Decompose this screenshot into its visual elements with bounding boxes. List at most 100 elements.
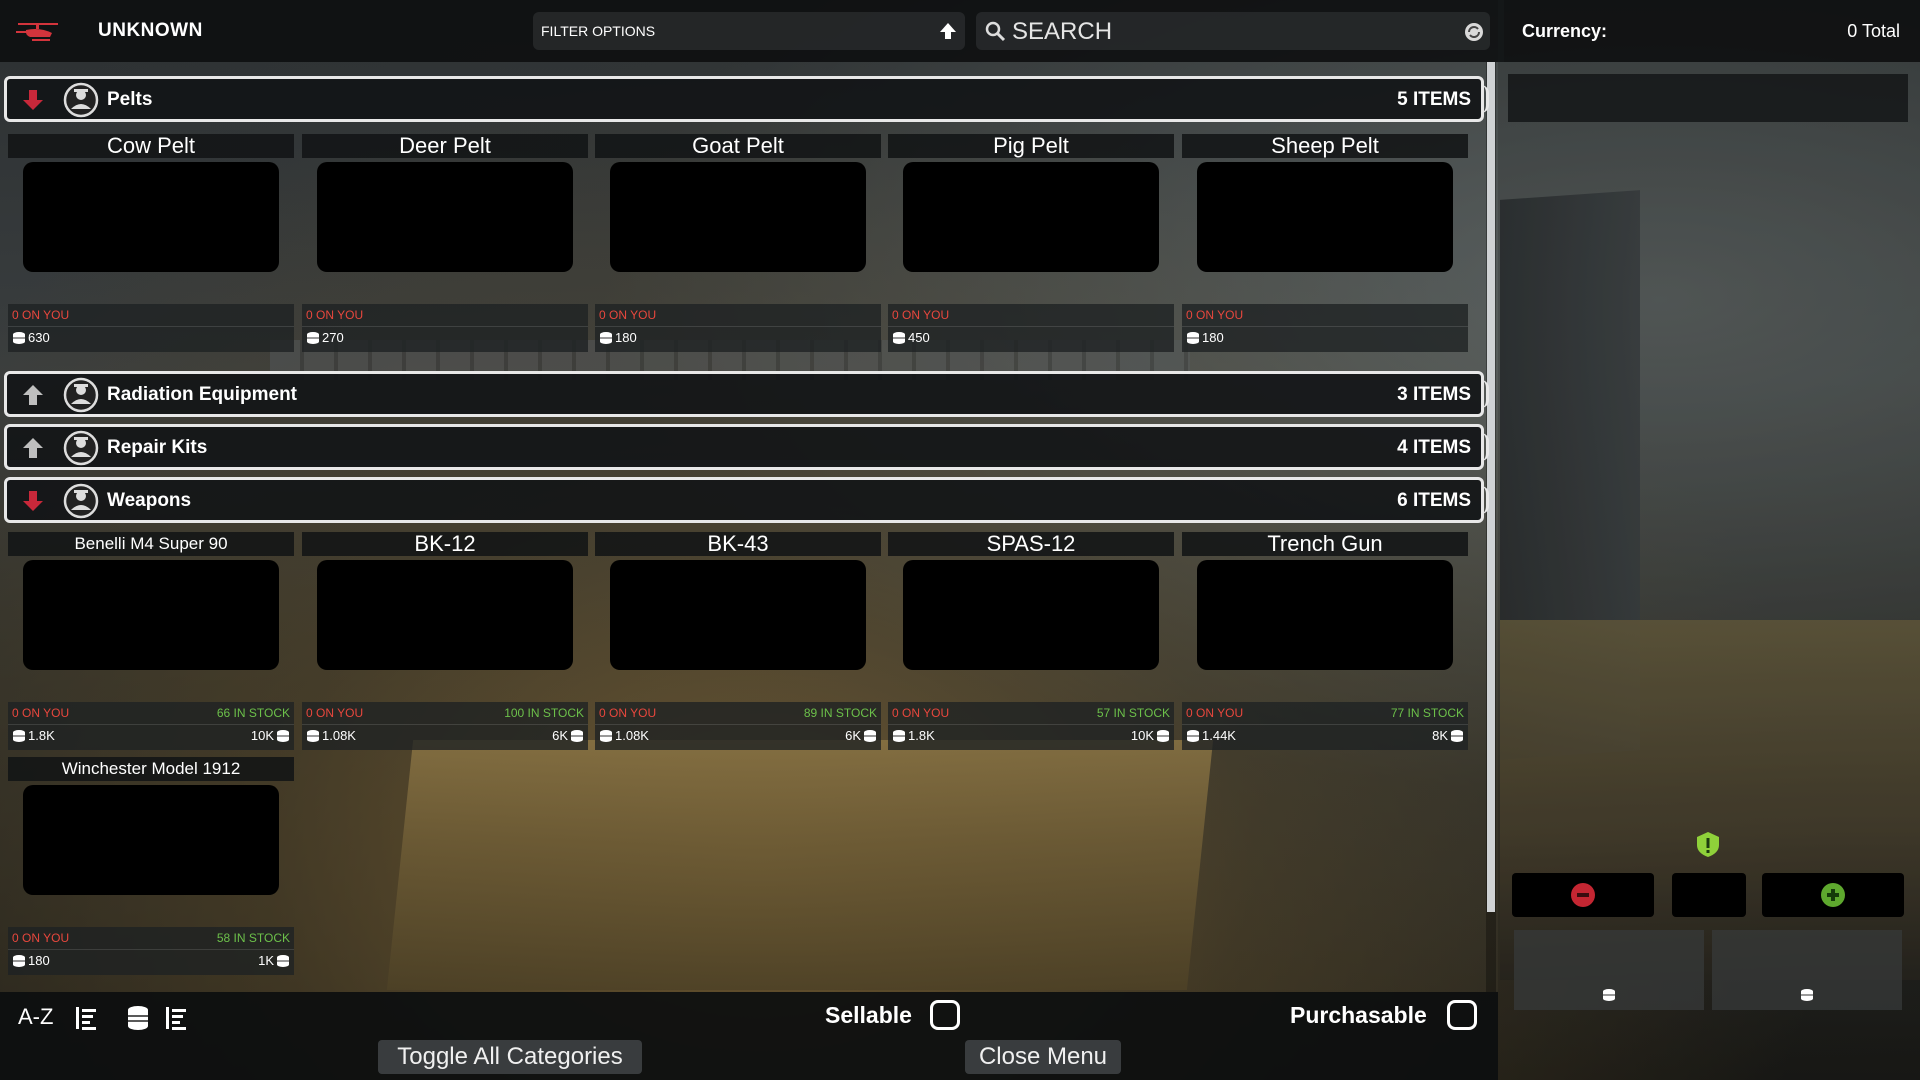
sell-price: 8K bbox=[1432, 728, 1464, 743]
buy-price-value: 180 bbox=[28, 953, 50, 968]
coin-stack-icon bbox=[1186, 331, 1200, 345]
magnifier-icon bbox=[985, 21, 1006, 42]
buy-price-value: 180 bbox=[1202, 330, 1224, 345]
item-card[interactable]: Benelli M4 Super 90 0 ON YOU 1.8K 66 IN STO… bbox=[8, 532, 294, 750]
decrease-quantity-button[interactable] bbox=[1512, 873, 1654, 917]
on-you-count: 0 ON YOU bbox=[12, 308, 70, 322]
coin-stack-icon bbox=[1156, 729, 1170, 743]
item-image bbox=[23, 785, 279, 895]
purchasable-checkbox[interactable] bbox=[1447, 1000, 1477, 1030]
item-image bbox=[1197, 162, 1453, 272]
refresh-icon[interactable] bbox=[1462, 20, 1486, 44]
filter-options-dropdown[interactable]: FILTER OPTIONS bbox=[533, 12, 965, 50]
info-divider bbox=[595, 326, 881, 327]
info-divider bbox=[595, 724, 881, 725]
sell-price-value: 6K bbox=[552, 728, 568, 743]
in-stock-count: 77 IN STOCK bbox=[1390, 706, 1464, 720]
on-you-count: 0 ON YOU bbox=[892, 308, 950, 322]
item-card[interactable]: Winchester Model 1912 0 ON YOU 180 58 IN ST… bbox=[8, 757, 294, 975]
item-card[interactable]: Cow Pelt 0 ON YOU 630 bbox=[8, 134, 294, 352]
info-divider bbox=[1182, 724, 1468, 725]
on-you-count: 0 ON YOU bbox=[892, 706, 950, 720]
in-stock-count: 100 IN STOCK bbox=[504, 706, 584, 720]
in-stock-count: 66 IN STOCK bbox=[216, 706, 290, 720]
increase-quantity-button[interactable] bbox=[1762, 873, 1904, 917]
item-card[interactable]: Goat Pelt 0 ON YOU 180 bbox=[595, 134, 881, 352]
quantity-display[interactable] bbox=[1672, 873, 1746, 917]
collapse-arrow-icon[interactable] bbox=[21, 489, 45, 513]
on-you-count: 0 ON YOU bbox=[1186, 706, 1244, 720]
item-name: BK-12 bbox=[302, 532, 588, 556]
arrow-up-icon bbox=[940, 23, 956, 39]
buy-price-value: 630 bbox=[28, 330, 50, 345]
item-card[interactable]: Sheep Pelt 0 ON YOU 180 bbox=[1182, 134, 1468, 352]
sort-order-icon[interactable] bbox=[72, 1004, 100, 1032]
sell-price-value: 1K bbox=[258, 953, 274, 968]
category-header-radiation-equipment[interactable]: Radiation Equipment 3 ITEMS bbox=[4, 371, 1489, 417]
sell-price: 1K bbox=[258, 953, 290, 968]
sort-by-price-icon[interactable] bbox=[124, 1004, 152, 1032]
item-name: Cow Pelt bbox=[8, 134, 294, 158]
expand-arrow-icon[interactable] bbox=[21, 436, 45, 460]
trader-badge-icon bbox=[62, 81, 100, 119]
coin-stack-icon bbox=[276, 954, 290, 968]
item-info: 0 ON YOU 450 bbox=[888, 304, 1174, 352]
currency-total: 0 Total bbox=[1847, 21, 1900, 41]
item-list-scrollbar[interactable] bbox=[1486, 62, 1496, 992]
info-divider bbox=[302, 724, 588, 725]
coin-stack-icon bbox=[276, 729, 290, 743]
category-header-weapons[interactable]: Weapons 6 ITEMS bbox=[4, 477, 1489, 523]
item-info: 0 ON YOU 1.08K 100 IN STOCK 6K bbox=[302, 702, 588, 750]
sell-price: 10K bbox=[251, 728, 290, 743]
category-header-repair-kits[interactable]: Repair Kits 4 ITEMS bbox=[4, 424, 1489, 470]
sort-az-button[interactable]: A-Z bbox=[18, 1004, 53, 1030]
item-info: 0 ON YOU 180 bbox=[595, 304, 881, 352]
item-card[interactable]: BK-12 0 ON YOU 1.08K 100 IN STOCK 6K bbox=[302, 532, 588, 750]
trader-badge-icon bbox=[62, 482, 100, 520]
search-input[interactable]: SEARCH bbox=[976, 12, 1490, 50]
buy-price: 180 bbox=[12, 953, 50, 968]
info-divider bbox=[302, 326, 588, 327]
category-name: Radiation Equipment bbox=[107, 384, 297, 405]
buy-price: 1.44K bbox=[1186, 728, 1236, 743]
item-card[interactable]: SPAS-12 0 ON YOU 1.8K 57 IN STOCK 10K bbox=[888, 532, 1174, 750]
category-name: Repair Kits bbox=[107, 437, 208, 458]
on-you-count: 0 ON YOU bbox=[599, 308, 657, 322]
in-stock-count: 57 IN STOCK bbox=[1096, 706, 1170, 720]
sort-price-order-icon[interactable] bbox=[162, 1004, 190, 1032]
buy-price: 270 bbox=[306, 330, 344, 345]
coin-stack-icon bbox=[12, 954, 26, 968]
buy-price: 180 bbox=[599, 330, 637, 345]
category-item-count: 5 ITEMS bbox=[1397, 89, 1471, 110]
helicopter-icon bbox=[16, 23, 58, 41]
coin-stack-icon bbox=[306, 729, 320, 743]
collapse-arrow-icon[interactable] bbox=[21, 88, 45, 112]
item-card[interactable]: Trench Gun 0 ON YOU 1.44K 77 IN STOCK 8K bbox=[1182, 532, 1468, 750]
filter-options-label: FILTER OPTIONS bbox=[541, 23, 656, 39]
coin-stack-icon bbox=[599, 331, 613, 345]
item-name: Winchester Model 1912 bbox=[8, 757, 294, 781]
sell-price-value: 6K bbox=[845, 728, 861, 743]
category-header-pelts[interactable]: Pelts 5 ITEMS bbox=[4, 76, 1489, 122]
close-menu-button[interactable]: Close Menu bbox=[965, 1040, 1121, 1074]
buy-price: 1.8K bbox=[12, 728, 55, 743]
expand-arrow-icon[interactable] bbox=[21, 383, 45, 407]
in-stock-count: 89 IN STOCK bbox=[803, 706, 877, 720]
buy-price-value: 270 bbox=[322, 330, 344, 345]
scrollbar-thumb[interactable] bbox=[1487, 62, 1495, 912]
item-card[interactable]: Deer Pelt 0 ON YOU 270 bbox=[302, 134, 588, 352]
trader-title: UNKNOWN bbox=[98, 20, 203, 41]
on-you-count: 0 ON YOU bbox=[1186, 308, 1244, 322]
sellable-checkbox[interactable] bbox=[930, 1000, 960, 1030]
sellable-label: Sellable bbox=[825, 1002, 912, 1028]
buy-price-value: 1.8K bbox=[28, 728, 55, 743]
item-image bbox=[1197, 560, 1453, 670]
item-card[interactable]: BK-43 0 ON YOU 1.08K 89 IN STOCK 6K bbox=[595, 532, 881, 750]
item-info: 0 ON YOU 180 58 IN STOCK 1K bbox=[8, 927, 294, 975]
toggle-all-categories-button[interactable]: Toggle All Categories bbox=[378, 1040, 642, 1074]
coin-stack-icon bbox=[892, 729, 906, 743]
item-info: 0 ON YOU 180 bbox=[1182, 304, 1468, 352]
trader-badge-icon bbox=[62, 429, 100, 467]
item-card[interactable]: Pig Pelt 0 ON YOU 450 bbox=[888, 134, 1174, 352]
sell-price-value: 8K bbox=[1432, 728, 1448, 743]
